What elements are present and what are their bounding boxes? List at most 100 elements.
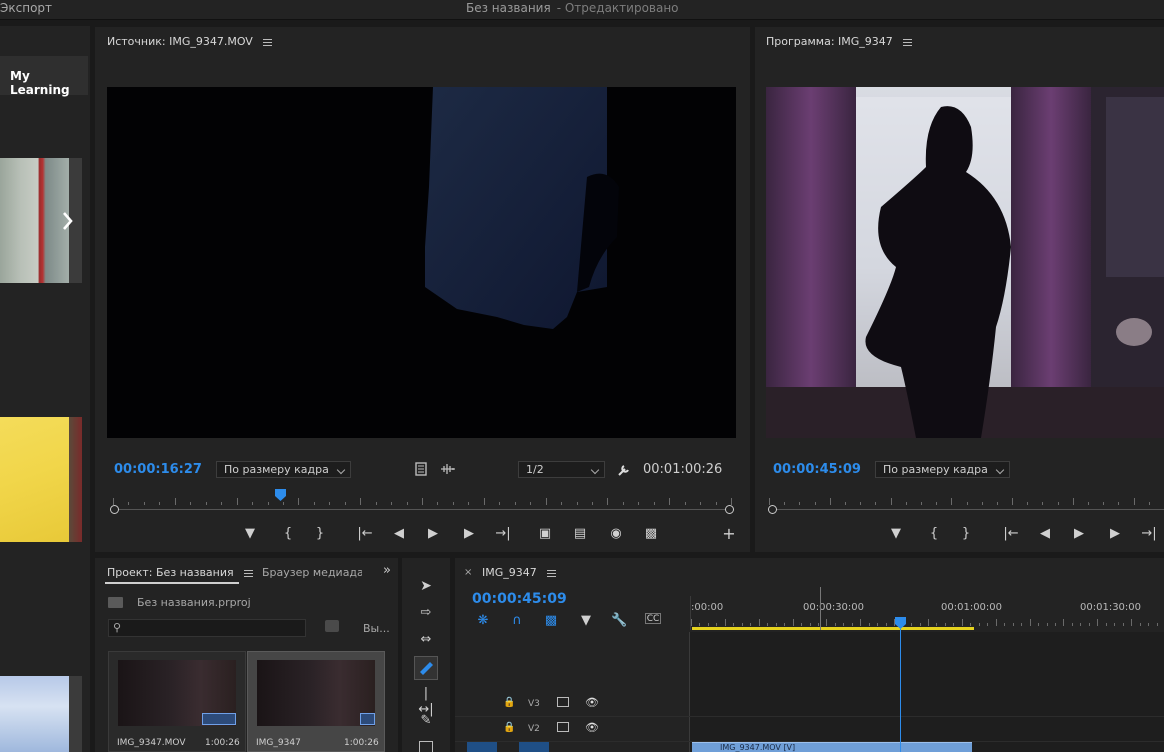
button-editor-icon[interactable]: ▩ bbox=[643, 526, 659, 542]
track-v3[interactable]: 🔒 V3 👁 bbox=[455, 693, 1164, 717]
mark-out-icon[interactable]: } bbox=[312, 526, 328, 542]
nest-icon[interactable]: ❋ bbox=[475, 613, 491, 629]
mark-in-icon[interactable]: { bbox=[280, 526, 296, 542]
step-back-icon[interactable]: ◀ bbox=[1037, 526, 1053, 542]
timeline-ruler[interactable]: :00:00 00:00:30:00 00:01:00:00 00:01:30:… bbox=[690, 596, 1164, 630]
find-icon[interactable] bbox=[325, 620, 339, 632]
source-resolution-dropdown[interactable]: 1/2 bbox=[518, 461, 605, 478]
sync-lock-icon[interactable] bbox=[557, 697, 569, 707]
program-time-ruler[interactable] bbox=[769, 491, 1164, 505]
mark-in-icon[interactable]: { bbox=[926, 526, 942, 542]
add-button-icon[interactable]: + bbox=[721, 526, 737, 542]
captions-icon[interactable]: CC bbox=[645, 613, 661, 624]
add-marker-icon[interactable]: ▼ bbox=[242, 526, 258, 542]
sequence-tab[interactable]: IMG_9347 bbox=[482, 566, 556, 579]
source-current-timecode[interactable]: 00:00:16:27 bbox=[114, 462, 202, 477]
program-video-frame bbox=[766, 87, 1164, 438]
add-marker-icon[interactable]: ▼ bbox=[888, 526, 904, 542]
program-monitor-title[interactable]: Программа: IMG_9347 bbox=[766, 35, 912, 48]
learning-thumbnail-2[interactable] bbox=[0, 417, 69, 542]
mark-out-icon[interactable]: } bbox=[958, 526, 974, 542]
timeline-clip[interactable]: IMG_9347.MOV [V] bbox=[692, 742, 972, 752]
audio-drag-icon[interactable] bbox=[440, 462, 456, 476]
track-v2[interactable]: 🔒 V2 👁 bbox=[455, 718, 1164, 742]
close-sequence-icon[interactable]: × bbox=[464, 567, 472, 578]
go-to-in-icon[interactable]: |← bbox=[357, 526, 373, 542]
search-icon: ⚲ bbox=[113, 621, 122, 634]
go-to-in-icon[interactable]: |← bbox=[1003, 526, 1019, 542]
play-icon[interactable]: ▶ bbox=[1071, 526, 1087, 542]
ruler-tick bbox=[911, 623, 913, 626]
program-zoom-dropdown[interactable]: По размеру кадра bbox=[875, 461, 1010, 478]
tab-project-label: Проект: Без названия bbox=[107, 566, 234, 579]
overwrite-icon[interactable]: ▤ bbox=[572, 526, 588, 542]
sequence-tab-label: IMG_9347 bbox=[482, 566, 537, 579]
film-icon[interactable] bbox=[414, 462, 428, 476]
step-forward-icon[interactable]: ▶ bbox=[461, 526, 477, 542]
slip-tool-icon[interactable]: |↔| bbox=[418, 686, 434, 717]
ruler-tick bbox=[970, 623, 972, 626]
work-area-bar[interactable] bbox=[692, 627, 974, 630]
program-scrollbar[interactable] bbox=[768, 505, 1164, 514]
source-monitor-title[interactable]: Источник: IMG_9347.MOV bbox=[107, 35, 272, 48]
ruler-tick bbox=[1021, 623, 1023, 626]
panel-menu-icon[interactable] bbox=[902, 38, 912, 46]
ruler-tick bbox=[851, 623, 853, 626]
tab-project-underline bbox=[105, 582, 239, 584]
track-select-tool-icon[interactable]: ⇨ bbox=[418, 605, 434, 621]
more-panels-icon[interactable]: » bbox=[383, 563, 391, 578]
lock-icon[interactable]: 🔒 bbox=[503, 722, 515, 733]
ruler-tick bbox=[1012, 498, 1014, 505]
project-item[interactable]: IMG_9347 1:00:26 bbox=[247, 651, 385, 752]
go-to-out-icon[interactable]: →| bbox=[495, 526, 511, 542]
camera-icon[interactable]: ◉ bbox=[608, 526, 624, 542]
step-forward-icon[interactable]: ▶ bbox=[1107, 526, 1123, 542]
panel-menu-icon[interactable] bbox=[546, 569, 556, 577]
rectangle-tool-icon[interactable] bbox=[419, 741, 433, 752]
source-zoom-dropdown[interactable]: По размеру кадра bbox=[216, 461, 351, 478]
ripple-edit-tool-icon[interactable]: ⇔ bbox=[418, 632, 434, 648]
track-target-v1[interactable] bbox=[519, 742, 549, 752]
source-time-ruler[interactable] bbox=[113, 491, 732, 505]
go-to-out-icon[interactable]: →| bbox=[1141, 526, 1157, 542]
sync-lock-icon[interactable] bbox=[557, 722, 569, 732]
lock-icon[interactable]: 🔒 bbox=[503, 697, 515, 708]
add-marker-icon[interactable]: ▼ bbox=[578, 613, 594, 629]
project-search-input[interactable]: ⚲ bbox=[108, 619, 306, 637]
project-item[interactable]: IMG_9347.MOV 1:00:26 bbox=[108, 651, 246, 752]
selection-tool-icon[interactable]: ➤ bbox=[418, 578, 434, 594]
export-menu[interactable]: Экспорт bbox=[0, 1, 52, 15]
panel-menu-icon[interactable] bbox=[243, 569, 253, 577]
tab-project[interactable]: Проект: Без названия bbox=[107, 566, 253, 579]
razor-tool-icon[interactable] bbox=[414, 656, 438, 680]
view-label[interactable]: Вы... bbox=[363, 622, 390, 635]
linked-selection-icon[interactable]: ▩ bbox=[543, 613, 559, 629]
ruler-label: :00:00 bbox=[691, 602, 724, 613]
ruler-tick bbox=[731, 498, 732, 505]
tab-media-browser[interactable]: Браузер медиадан bbox=[262, 566, 362, 579]
step-back-icon[interactable]: ◀ bbox=[391, 526, 407, 542]
eye-icon[interactable]: 👁 bbox=[585, 696, 599, 709]
insert-icon[interactable]: ▣ bbox=[537, 526, 553, 542]
pen-tool-icon[interactable]: ✎ bbox=[418, 713, 434, 729]
timeline-settings-icon[interactable]: 🔧 bbox=[611, 613, 627, 629]
source-scrollbar[interactable] bbox=[110, 505, 734, 514]
next-arrow-icon[interactable] bbox=[60, 210, 76, 232]
timeline-playhead-marker[interactable] bbox=[895, 617, 906, 629]
ruler-tick bbox=[360, 498, 362, 505]
snap-magnet-icon[interactable]: ∩ bbox=[509, 613, 525, 629]
play-icon[interactable]: ▶ bbox=[425, 526, 441, 542]
timeline-current-timecode[interactable]: 00:00:45:09 bbox=[472, 591, 567, 607]
wrench-icon[interactable] bbox=[616, 462, 632, 478]
ruler-tick bbox=[767, 623, 769, 626]
source-playhead[interactable] bbox=[274, 489, 286, 501]
source-patch-v1[interactable] bbox=[467, 742, 497, 752]
learning-thumbnail-1[interactable] bbox=[0, 158, 69, 283]
project-item-duration: 1:00:26 bbox=[205, 738, 240, 748]
my-learning-tab[interactable]: My Learning bbox=[0, 56, 88, 97]
learning-thumbnail-3[interactable] bbox=[0, 676, 69, 752]
learn-panel bbox=[0, 26, 90, 752]
program-current-timecode[interactable]: 00:00:45:09 bbox=[773, 462, 861, 477]
eye-icon[interactable]: 👁 bbox=[585, 721, 599, 734]
panel-menu-icon[interactable] bbox=[262, 38, 272, 46]
